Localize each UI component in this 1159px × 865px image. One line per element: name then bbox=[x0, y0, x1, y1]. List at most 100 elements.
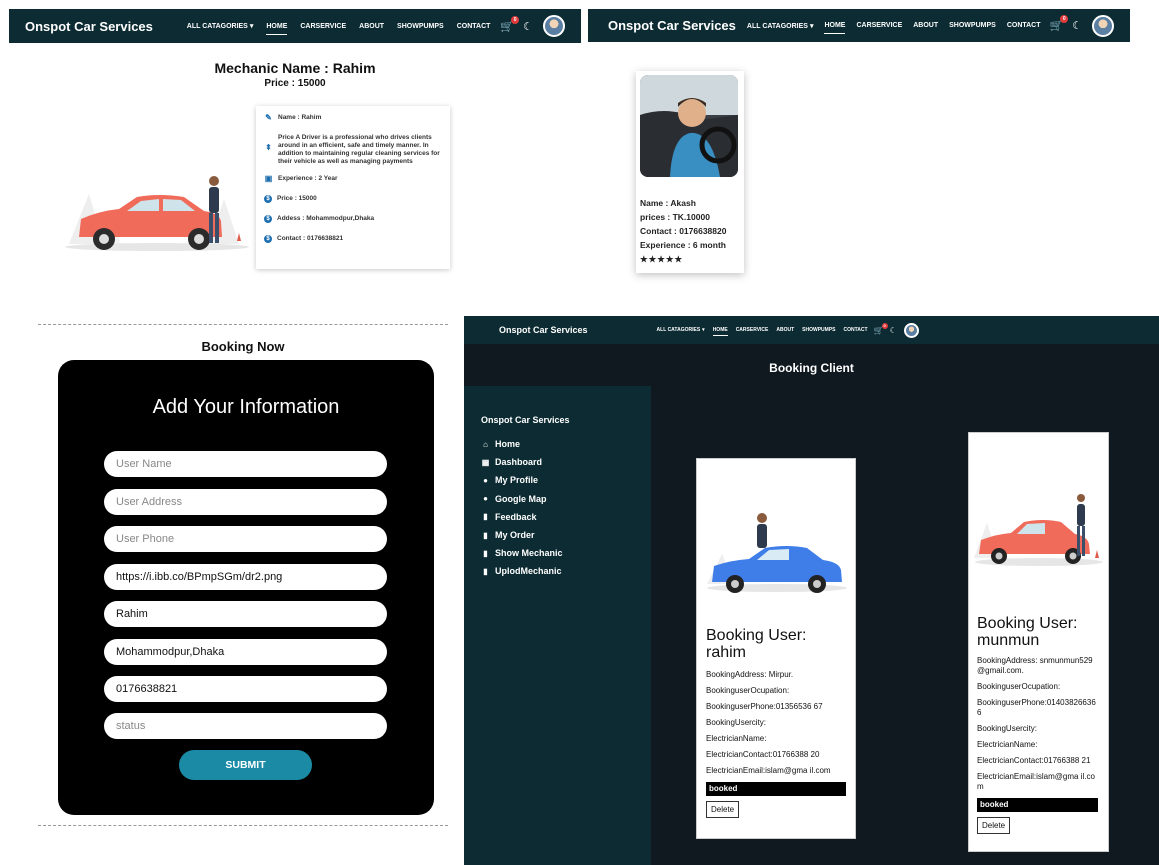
nav-all-categories[interactable]: ALL CATAGORIES ▾ bbox=[187, 22, 254, 30]
dark-mode-icon[interactable]: ☾ bbox=[1072, 19, 1082, 32]
user-icon: ● bbox=[483, 475, 488, 485]
status-input[interactable] bbox=[104, 713, 387, 739]
electrician-contact: ElectricianContact:01766388 20 bbox=[706, 750, 820, 759]
booking-occupation: BookinguserOcupation: bbox=[706, 686, 790, 695]
navbar: Onspot Car Services ALL CATAGORIES ▾ HOME… bbox=[9, 9, 581, 43]
nav-carservice[interactable]: CARSERVICE bbox=[300, 23, 346, 30]
mechanic-card[interactable]: Name : Akash prices : TK.10000 Contact :… bbox=[636, 71, 744, 273]
dollar-icon: $ bbox=[264, 235, 272, 243]
contact-row: $ Contact : 0176638821 bbox=[264, 235, 443, 243]
mechanic-name: Name : Akash bbox=[640, 198, 696, 208]
sidebar-item-show-mechanic[interactable]: ▮ Show Mechanic bbox=[481, 544, 651, 562]
price-row: $ Price : 15000 bbox=[264, 195, 443, 203]
mechanic-list-screen: Onspot Car Services ALL CATAGORIES ▾ HOME… bbox=[588, 9, 1130, 299]
nav-home[interactable]: HOME bbox=[824, 22, 846, 34]
cart-icon[interactable]: 🛒 0 bbox=[874, 322, 888, 335]
pin-icon: ⇞ bbox=[265, 143, 272, 152]
divider bbox=[38, 825, 448, 826]
form-title: Add Your Information bbox=[152, 396, 340, 418]
user-phone-input[interactable] bbox=[104, 526, 387, 552]
mechanic-photo bbox=[640, 75, 738, 177]
mechanic-name-input[interactable] bbox=[104, 601, 387, 627]
name-row: ✎ Name : Rahim bbox=[265, 113, 322, 122]
car-driver-illustration bbox=[974, 494, 1103, 566]
user-icon: ● bbox=[483, 494, 488, 504]
nav-carservice[interactable]: CARSERVICE bbox=[856, 22, 902, 29]
bookmark-icon: ▮ bbox=[483, 512, 488, 522]
electrician-contact: ElectricianContact:01766388 21 bbox=[977, 756, 1091, 765]
delete-button[interactable]: Delete bbox=[977, 817, 1011, 834]
brand-logo[interactable]: Onspot Car Services bbox=[25, 19, 153, 34]
booking-card: Booking User: rahim BookingAddress: Mirp… bbox=[696, 458, 856, 839]
electrician-name: ElectricianName: bbox=[706, 734, 767, 743]
car-person-illustration bbox=[707, 513, 847, 593]
cart-icon[interactable]: 🛒 0 bbox=[1050, 15, 1069, 32]
booking-occupation: BookinguserOcupation: bbox=[977, 682, 1061, 691]
delete-button[interactable]: Delete bbox=[706, 801, 740, 818]
nav-showpumps[interactable]: SHOWPUMPS bbox=[949, 22, 996, 29]
dollar-icon: $ bbox=[264, 215, 272, 223]
brand-logo[interactable]: Onspot Car Services bbox=[499, 325, 588, 335]
experience-row: ▣ Experience : 2 Year bbox=[264, 174, 338, 183]
caret-down-icon: ▾ bbox=[809, 22, 814, 30]
nav-home[interactable]: HOME bbox=[266, 23, 288, 35]
address-row: $ Addess : Mohammodpur,Dhaka bbox=[264, 215, 443, 223]
nav-contact[interactable]: CONTACT bbox=[844, 327, 868, 333]
sidebar-item-my-order[interactable]: ▮ My Order bbox=[481, 526, 651, 544]
nav-home[interactable]: HOME bbox=[712, 327, 728, 336]
booking-heading: Booking Now bbox=[201, 339, 285, 354]
nav-about[interactable]: ABOUT bbox=[359, 23, 384, 30]
star-rating: ★★★★★ bbox=[640, 254, 684, 264]
sidebar-item-upload-mechanic[interactable]: ▮ UplodMechanic bbox=[481, 562, 651, 580]
brand-logo[interactable]: Onspot Car Services bbox=[608, 18, 736, 33]
nav-carservice[interactable]: CARSERVICE bbox=[736, 327, 769, 333]
nav-about[interactable]: ABOUT bbox=[776, 327, 794, 333]
nav-links: ALL CATAGORIES ▾ HOME CARSERVICE ABOUT SH… bbox=[736, 14, 1115, 37]
dark-mode-icon[interactable]: ☾ bbox=[523, 20, 533, 33]
booking-card: Booking User: munmun BookingAddress: snm… bbox=[968, 432, 1109, 852]
booking-form: Add Your Information SUBMIT bbox=[58, 360, 434, 815]
pencil-icon: ✎ bbox=[265, 113, 272, 122]
dark-mode-icon[interactable]: ☾ bbox=[890, 326, 897, 335]
sidebar: Onspot Car Services ⌂ Home ▦ Dashboard ● My… bbox=[464, 386, 651, 865]
cart-badge: 0 bbox=[881, 322, 888, 329]
nav-about[interactable]: ABOUT bbox=[913, 22, 938, 29]
booking-user: Booking User: rahim bbox=[706, 627, 807, 661]
status-badge: booked bbox=[977, 798, 1098, 812]
user-address-input[interactable] bbox=[104, 489, 387, 515]
sidebar-item-feedback[interactable]: ▮ Feedback bbox=[481, 508, 651, 526]
nav-contact[interactable]: CONTACT bbox=[457, 23, 491, 30]
avatar[interactable] bbox=[543, 15, 565, 37]
nav-showpumps[interactable]: SHOWPUMPS bbox=[397, 23, 444, 30]
submit-button[interactable]: SUBMIT bbox=[179, 750, 312, 780]
cart-icon[interactable]: 🛒 0 bbox=[500, 15, 520, 33]
home-icon: ⌂ bbox=[483, 439, 488, 449]
grid-icon: ▦ bbox=[481, 457, 490, 467]
sidebar-item-home[interactable]: ⌂ Home bbox=[481, 435, 651, 453]
booking-user: Booking User: munmun bbox=[977, 615, 1078, 649]
mechanic-address-input[interactable] bbox=[104, 639, 387, 665]
mechanic-contact-input[interactable] bbox=[104, 676, 387, 702]
mechanic-info: Name : Akash prices : TK.10000 Contact :… bbox=[640, 196, 740, 266]
car-driver-illustration bbox=[65, 176, 249, 251]
nav-all-categories[interactable]: ALL CATAGORIES ▾ bbox=[747, 22, 814, 30]
sidebar-item-google-map[interactable]: ● Google Map bbox=[481, 490, 651, 508]
nav-showpumps[interactable]: SHOWPUMPS bbox=[802, 327, 835, 333]
mechanic-contact: Contact : 0176638820 bbox=[640, 226, 727, 236]
sidebar-item-my-profile[interactable]: ● My Profile bbox=[481, 471, 651, 489]
page-title: Booking Client bbox=[769, 361, 854, 375]
nav-contact[interactable]: CONTACT bbox=[1007, 22, 1041, 29]
avatar[interactable] bbox=[1092, 14, 1115, 37]
booking-details: Booking User: munmun BookingAddress: snm… bbox=[977, 615, 1098, 834]
image-url-input[interactable] bbox=[104, 564, 387, 590]
bookmark-icon: ▮ bbox=[483, 566, 488, 576]
divider bbox=[38, 324, 448, 325]
nav-all-categories[interactable]: ALL CATAGORIES ▾ bbox=[657, 327, 705, 333]
electrician-email: ElectricianEmail:islam@gma il.com bbox=[706, 766, 831, 775]
avatar[interactable] bbox=[903, 322, 919, 338]
calendar-icon: ▣ bbox=[264, 174, 273, 183]
booking-address: BookingAddress: Mirpur. bbox=[706, 670, 794, 679]
sidebar-item-dashboard[interactable]: ▦ Dashboard bbox=[481, 453, 651, 471]
booking-details: Booking User: rahim BookingAddress: Mirp… bbox=[706, 627, 846, 818]
user-name-input[interactable] bbox=[104, 451, 387, 477]
